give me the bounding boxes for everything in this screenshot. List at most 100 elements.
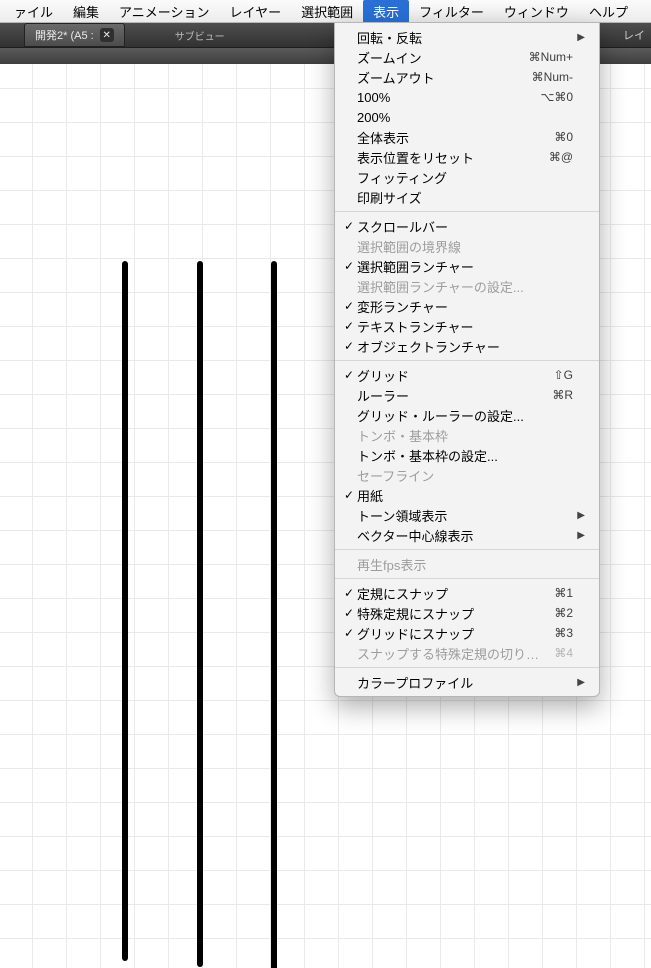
menu-item[interactable]: フィッティング	[335, 167, 599, 187]
menu-item[interactable]: ウィンドウ	[494, 0, 579, 23]
menu-item-label: 全体表示	[357, 128, 546, 147]
menu-item-label: トンボ・基本枠の設定...	[357, 446, 573, 465]
menu-item: スナップする特殊定規の切り替え⌘4	[335, 643, 599, 663]
menu-item[interactable]: ヘルプ	[579, 0, 638, 23]
menu-item: 再生fps表示	[335, 554, 599, 574]
menu-item[interactable]: ✓特殊定規にスナップ ⌘2	[335, 603, 599, 623]
menu-item-label: オブジェクトランチャー	[357, 337, 573, 356]
close-icon[interactable]: ✕	[100, 28, 114, 42]
menu-item-label: カラープロファイル	[357, 673, 573, 692]
menu-shortcut: ⌘Num-	[532, 70, 573, 84]
menu-separator	[335, 549, 599, 550]
menu-item[interactable]: ✓選択範囲ランチャー	[335, 256, 599, 276]
menu-item-label: スナップする特殊定規の切り替え	[357, 644, 546, 663]
menu-item-label: 200%	[357, 110, 573, 125]
menu-item-label: グリッド・ルーラーの設定...	[357, 406, 573, 425]
submenu-arrow-icon: ▶	[573, 510, 585, 521]
menu-item-label: 100%	[357, 90, 532, 105]
menu-item-label: 特殊定規にスナップ	[357, 604, 546, 623]
menu-item-label: フィッティング	[357, 168, 573, 187]
menu-item[interactable]: 200%	[335, 107, 599, 127]
menu-item-label: ズームアウト	[357, 68, 524, 87]
menu-separator	[335, 667, 599, 668]
check-icon: ✓	[341, 339, 357, 353]
menu-item[interactable]: フィルター	[409, 0, 494, 23]
menu-item[interactable]: ルーラー ⌘R	[335, 385, 599, 405]
menu-item-label: グリッド	[357, 366, 546, 385]
menu-item-label: 再生fps表示	[357, 555, 573, 574]
menu-shortcut: ⌘1	[554, 586, 573, 600]
menu-item-label: グリッドにスナップ	[357, 624, 546, 643]
menu-item[interactable]: レイヤー	[220, 0, 292, 23]
menu-item[interactable]: ズームイン⌘Num+	[335, 47, 599, 67]
menu-item: セーフライン	[335, 465, 599, 485]
menu-item[interactable]: カラープロファイル▶	[335, 672, 599, 692]
menu-item[interactable]: ァイル	[4, 0, 63, 23]
check-icon: ✓	[341, 368, 357, 382]
drawn-stroke[interactable]	[122, 261, 128, 961]
menu-item-label: トーン領域表示	[357, 506, 573, 525]
menu-item[interactable]: ベクター中心線表示▶	[335, 525, 599, 545]
menu-item[interactable]: 100% ⌥⌘0	[335, 87, 599, 107]
menu-item-label: 定規にスナップ	[357, 584, 546, 603]
menu-item[interactable]: 全体表示 ⌘0	[335, 127, 599, 147]
menu-item[interactable]: トンボ・基本枠の設定...	[335, 445, 599, 465]
menu-item[interactable]: 印刷サイズ	[335, 187, 599, 207]
menu-item[interactable]: ✓スクロールバー	[335, 216, 599, 236]
menu-item-label: 変形ランチャー	[357, 297, 573, 316]
menu-item: トンボ・基本枠	[335, 425, 599, 445]
menu-item[interactable]: ズームアウト ⌘Num-	[335, 67, 599, 87]
menu-item-label: 印刷サイズ	[357, 188, 573, 207]
menu-item[interactable]: 表示	[363, 0, 409, 23]
menu-item-label: 選択範囲ランチャーの設定...	[357, 277, 573, 296]
menu-item-label: 表示位置をリセット	[357, 148, 541, 167]
menu-item[interactable]: 回転・反転▶	[335, 27, 599, 47]
menu-item-label: ズームイン	[357, 48, 521, 67]
menu-item[interactable]: ✓テキストランチャー	[335, 316, 599, 336]
drawn-stroke[interactable]	[197, 261, 203, 967]
menu-item[interactable]: グリッド・ルーラーの設定...	[335, 405, 599, 425]
menu-item-label: 用紙	[357, 486, 573, 505]
menu-shortcut: ⇧G	[554, 368, 573, 382]
menu-item[interactable]: ✓定規にスナップ ⌘1	[335, 583, 599, 603]
menu-item[interactable]: ✓オブジェクトランチャー	[335, 336, 599, 356]
menu-shortcut: ⌥⌘0	[540, 90, 573, 104]
menu-separator	[335, 211, 599, 212]
menu-item-label: スクロールバー	[357, 217, 573, 236]
menu-item-label: 選択範囲ランチャー	[357, 257, 573, 276]
menu-item[interactable]: 選択範囲	[291, 0, 363, 23]
menu-item-label: テキストランチャー	[357, 317, 573, 336]
check-icon: ✓	[341, 319, 357, 333]
menu-item[interactable]: 表示位置をリセット ⌘@	[335, 147, 599, 167]
right-panel-label: レイ	[623, 27, 645, 43]
check-icon: ✓	[341, 259, 357, 273]
document-tab-title: 開発2* (A5 :	[35, 27, 94, 43]
menu-item-label: 選択範囲の境界線	[357, 237, 573, 256]
submenu-arrow-icon: ▶	[573, 32, 585, 43]
menu-shortcut: ⌘@	[549, 150, 573, 164]
menu-item[interactable]: 編集	[63, 0, 109, 23]
document-tab[interactable]: 開発2* (A5 : ✕	[24, 23, 125, 47]
menu-item-label: セーフライン	[357, 466, 573, 485]
menu-item[interactable]: アニメーション	[109, 0, 219, 23]
menu-shortcut: ⌘0	[554, 130, 573, 144]
menu-shortcut: ⌘2	[554, 606, 573, 620]
menubar: ァイル編集アニメーションレイヤー選択範囲表示フィルターウィンドウヘルプ	[0, 0, 651, 23]
menu-item-label: ルーラー	[357, 386, 544, 405]
check-icon: ✓	[341, 626, 357, 640]
menu-shortcut: ⌘3	[554, 626, 573, 640]
menu-item[interactable]: ✓グリッドにスナップ ⌘3	[335, 623, 599, 643]
menu-shortcut: ⌘R	[552, 388, 573, 402]
menu-item[interactable]: トーン領域表示▶	[335, 505, 599, 525]
menu-item[interactable]: ✓変形ランチャー	[335, 296, 599, 316]
menu-item[interactable]: ✓用紙	[335, 485, 599, 505]
subview-label: サブビュー	[175, 28, 225, 43]
menu-item: 選択範囲の境界線	[335, 236, 599, 256]
drawn-stroke[interactable]	[271, 261, 277, 968]
check-icon: ✓	[341, 299, 357, 313]
menu-item[interactable]: ✓グリッド ⇧G	[335, 365, 599, 385]
check-icon: ✓	[341, 586, 357, 600]
submenu-arrow-icon: ▶	[573, 530, 585, 541]
menu-item-label: 回転・反転	[357, 28, 573, 47]
check-icon: ✓	[341, 606, 357, 620]
